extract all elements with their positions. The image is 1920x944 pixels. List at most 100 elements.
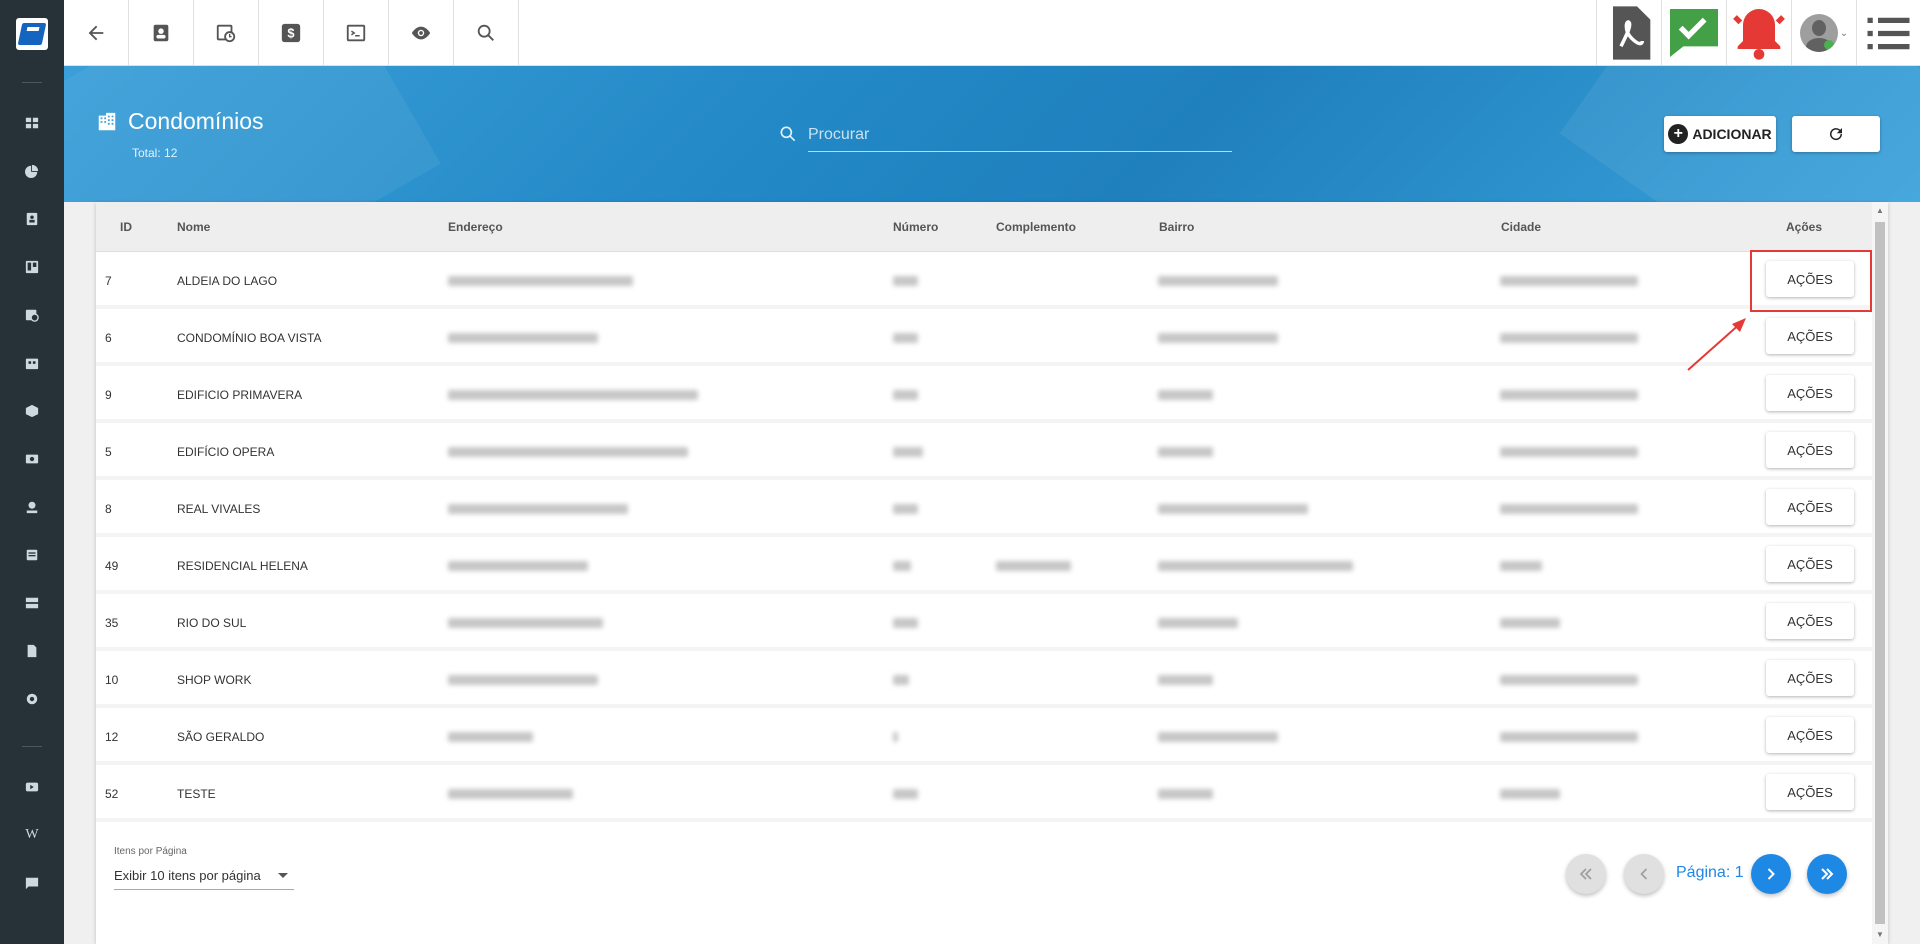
cell-cidade-redacted: [1500, 561, 1542, 571]
cell-id: 8: [105, 502, 112, 516]
user-menu[interactable]: ⌄: [1791, 0, 1856, 66]
vertical-scrollbar[interactable]: ▲ ▼: [1872, 202, 1888, 944]
gear-icon[interactable]: [22, 689, 42, 709]
calendar-clock-icon[interactable]: [22, 305, 42, 325]
per-page-select[interactable]: Exibir 10 itens por página: [114, 862, 294, 890]
acoes-button[interactable]: AÇÕES: [1766, 774, 1854, 810]
acoes-button[interactable]: AÇÕES: [1766, 261, 1854, 297]
table-row[interactable]: 10 SHOP WORK AÇÕES: [96, 651, 1872, 708]
view-button[interactable]: [389, 0, 454, 66]
menu-button[interactable]: [1856, 0, 1920, 66]
search-icon: [780, 126, 796, 142]
cell-id: 52: [105, 787, 119, 801]
global-search-button[interactable]: [454, 0, 519, 66]
col-cidade[interactable]: Cidade: [1501, 220, 1541, 234]
scrollbar-thumb[interactable]: [1875, 222, 1885, 924]
approvals-button[interactable]: [1661, 0, 1726, 66]
alerts-button[interactable]: [1726, 0, 1791, 66]
kanban-board-icon[interactable]: [22, 257, 42, 277]
dashboard-icon[interactable]: [22, 113, 42, 133]
acoes-button[interactable]: AÇÕES: [1766, 375, 1854, 411]
cell-endereco-redacted: [448, 561, 588, 571]
document-icon[interactable]: [22, 641, 42, 661]
cell-endereco-redacted: [448, 447, 688, 457]
cell-endereco-redacted: [448, 789, 573, 799]
acoes-button[interactable]: AÇÕES: [1766, 489, 1854, 525]
per-page-value: Exibir 10 itens por página: [114, 868, 261, 883]
app-logo[interactable]: [16, 18, 48, 50]
col-acoes: Ações: [1786, 220, 1823, 234]
table-row[interactable]: 49 RESIDENCIAL HELENA AÇÕES: [96, 537, 1872, 594]
pdf-icon: [1613, 6, 1651, 60]
col-complemento[interactable]: Complemento: [996, 220, 1076, 234]
refresh-button[interactable]: [1792, 116, 1880, 152]
pie-chart-icon[interactable]: [22, 161, 42, 181]
cell-bairro-redacted: [1158, 504, 1308, 514]
col-nome[interactable]: Nome: [177, 220, 210, 234]
prev-page-button[interactable]: [1624, 854, 1664, 894]
cell-nome: REAL VIVALES: [177, 502, 261, 516]
cell-numero-redacted: [893, 504, 918, 514]
record-total: Total: 12: [132, 146, 178, 160]
acoes-button[interactable]: AÇÕES: [1766, 432, 1854, 468]
col-numero[interactable]: Número: [893, 220, 938, 234]
building-badge-icon[interactable]: [22, 353, 42, 373]
check-chat-icon: [1670, 9, 1718, 57]
cell-id: 49: [105, 559, 119, 573]
cell-nome: RIO DO SUL: [177, 616, 247, 630]
cell-id: 6: [105, 331, 112, 345]
search-input[interactable]: [808, 118, 1232, 152]
col-bairro[interactable]: Bairro: [1159, 220, 1194, 234]
video-icon[interactable]: [22, 777, 42, 797]
col-id[interactable]: ID: [120, 220, 132, 234]
cell-cidade-redacted: [1500, 504, 1638, 514]
acoes-button[interactable]: AÇÕES: [1766, 660, 1854, 696]
money-icon[interactable]: [22, 449, 42, 469]
scroll-up-icon[interactable]: ▲: [1875, 206, 1885, 216]
cell-id: 9: [105, 388, 112, 402]
back-button[interactable]: [64, 0, 129, 66]
chevron-left-icon: [1640, 868, 1648, 880]
finance-button[interactable]: $: [259, 0, 324, 66]
next-page-button[interactable]: [1751, 854, 1791, 894]
cell-id: 10: [105, 673, 119, 687]
package-icon[interactable]: [22, 401, 42, 421]
first-page-button[interactable]: [1566, 854, 1606, 894]
table-row[interactable]: 12 SÃO GERALDO AÇÕES: [96, 708, 1872, 765]
add-button[interactable]: + ADICIONAR: [1664, 116, 1776, 152]
col-endereco[interactable]: Endereço: [448, 220, 503, 234]
table-row[interactable]: 35 RIO DO SUL AÇÕES: [96, 594, 1872, 651]
table-row[interactable]: 5 EDIFÍCIO OPERA AÇÕES: [96, 423, 1872, 480]
cell-id: 7: [105, 274, 112, 288]
cell-nome: TESTE: [177, 787, 216, 801]
table-row[interactable]: 9 EDIFICIO PRIMAVERA AÇÕES: [96, 366, 1872, 423]
cell-endereco-redacted: [448, 618, 603, 628]
list-icon[interactable]: [22, 545, 42, 565]
table-row[interactable]: 6 CONDOMÍNIO BOA VISTA AÇÕES: [96, 309, 1872, 366]
contact-card-icon[interactable]: [22, 209, 42, 229]
acoes-button[interactable]: AÇÕES: [1766, 717, 1854, 753]
acoes-button[interactable]: AÇÕES: [1766, 546, 1854, 582]
acoes-button[interactable]: AÇÕES: [1766, 318, 1854, 354]
svg-text:$: $: [287, 26, 294, 41]
schedule-button[interactable]: [194, 0, 259, 66]
table-row[interactable]: 7 ALDEIA DO LAGO AÇÕES: [96, 252, 1872, 309]
server-icon[interactable]: [22, 593, 42, 613]
cell-nome: SÃO GERALDO: [177, 730, 265, 744]
cell-cidade-redacted: [1500, 618, 1560, 628]
contact-card-icon: [153, 24, 169, 42]
terminal-button[interactable]: [324, 0, 389, 66]
scroll-down-icon[interactable]: ▼: [1875, 930, 1885, 940]
table-row[interactable]: 8 REAL VIVALES AÇÕES: [96, 480, 1872, 537]
search-bar: [778, 118, 1232, 154]
last-page-button[interactable]: [1807, 854, 1847, 894]
map-person-icon[interactable]: [22, 497, 42, 517]
acoes-button[interactable]: AÇÕES: [1766, 603, 1854, 639]
pdf-button[interactable]: [1596, 0, 1661, 66]
contacts-button[interactable]: [129, 0, 194, 66]
chevron-down-icon: ⌄: [1839, 27, 1849, 39]
wiki-icon[interactable]: W: [22, 825, 42, 845]
chat-icon[interactable]: [22, 873, 42, 893]
top-toolbar: $ ⌄: [64, 0, 1920, 66]
table-row[interactable]: 52 TESTE AÇÕES: [96, 765, 1872, 822]
